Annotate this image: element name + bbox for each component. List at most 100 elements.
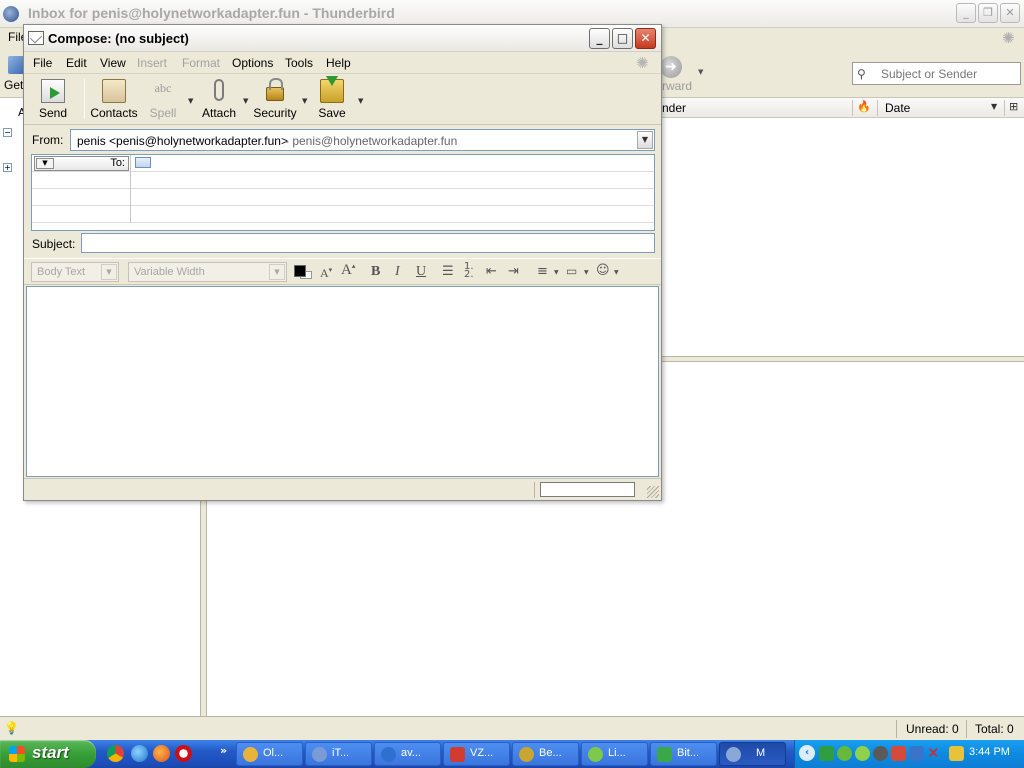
compose-titlebar[interactable]: Compose: (no subject) _ □ ✕ [24, 25, 661, 52]
forward-button[interactable]: rward [662, 79, 692, 93]
get-mail-button[interactable]: Get [4, 78, 23, 92]
column-divider[interactable] [1004, 100, 1005, 116]
chevron-down-icon[interactable]: ▼ [101, 264, 117, 280]
minimize-icon[interactable]: _ [589, 28, 610, 49]
close-icon[interactable]: ✕ [635, 28, 656, 49]
chevron-down-icon[interactable]: ▼ [554, 269, 559, 276]
menu-format[interactable]: Format [182, 56, 220, 70]
send-button[interactable]: Send [30, 75, 76, 123]
resize-grip-icon[interactable] [647, 486, 659, 498]
tray-app-icon[interactable] [819, 746, 834, 761]
address-type-select[interactable]: ▼ To: [34, 156, 129, 171]
tree-collapse-icon[interactable]: − [3, 128, 12, 137]
menu-view[interactable]: View [100, 56, 126, 70]
taskbar-button-itunes[interactable]: iT... [305, 742, 372, 766]
taskbar-button-vz[interactable]: VZ... [443, 742, 510, 766]
outdent-icon[interactable]: ⇤ [486, 264, 497, 279]
tray-expand-icon[interactable]: ‹ [799, 745, 815, 761]
taskbar-button-li[interactable]: Li... [581, 742, 648, 766]
insert-object-icon[interactable]: ▭ [566, 264, 577, 278]
close-icon[interactable]: ✕ [1000, 3, 1020, 23]
chevron-down-icon[interactable]: ▼ [36, 158, 54, 169]
address-row[interactable] [32, 206, 654, 223]
forward-icon[interactable]: ➜ [660, 56, 682, 78]
date-column[interactable]: Date [885, 101, 910, 115]
menu-help[interactable]: Help [326, 56, 351, 70]
taskbar-button-skype[interactable]: av... [374, 742, 441, 766]
message-body-editor[interactable] [26, 286, 659, 477]
maximize-icon[interactable]: □ [612, 28, 633, 49]
contacts-button[interactable]: Contacts [88, 75, 140, 123]
spell-dropdown-icon[interactable]: ▼ [188, 97, 193, 105]
text-color-icon[interactable] [294, 265, 306, 277]
numbered-list-icon[interactable]: 1. 2. [464, 262, 474, 280]
forward-dropdown-icon[interactable]: ▼ [698, 68, 703, 76]
spell-button[interactable]: abc Spell [144, 75, 182, 123]
main-statusbar: 💡 Unread: 0 Total: 0 [0, 716, 1024, 740]
task-label: Li... [608, 747, 626, 759]
clock[interactable]: 3:44 PM [969, 746, 1010, 758]
chevron-down-icon[interactable]: ▼ [584, 269, 589, 276]
from-identity-select[interactable]: penis <penis@holynetworkadapter.fun> - p… [70, 129, 655, 151]
column-divider[interactable] [852, 100, 853, 116]
column-divider[interactable] [877, 100, 878, 116]
start-button[interactable]: start [0, 740, 96, 768]
tray-app-icon[interactable] [855, 746, 870, 761]
align-icon[interactable]: ≡ [537, 264, 548, 279]
junk-status-icon[interactable]: 🔥 [857, 100, 871, 113]
get-mail-icon[interactable] [8, 56, 24, 74]
sender-column[interactable]: nder [662, 101, 686, 115]
quick-search-input[interactable]: ⚲ Subject or Sender [852, 62, 1021, 85]
subject-input[interactable] [81, 233, 655, 253]
font-select[interactable]: Variable Width ▼ [128, 262, 287, 282]
attach-dropdown-icon[interactable]: ▼ [243, 97, 248, 105]
chevron-down-icon[interactable]: ▼ [269, 264, 285, 280]
security-shield-icon[interactable] [949, 746, 964, 761]
address-row[interactable] [32, 172, 654, 189]
save-button[interactable]: Save [315, 75, 349, 123]
tray-app-icon[interactable] [837, 746, 852, 761]
taskbar-button-thunderbird[interactable]: M [719, 742, 786, 766]
column-picker-icon[interactable]: ⊞ [1009, 100, 1018, 113]
taskbar-button-be[interactable]: Be... [512, 742, 579, 766]
paragraph-style-select[interactable]: Body Text ▼ [31, 262, 119, 282]
opera-icon[interactable] [175, 745, 192, 762]
firefox-icon[interactable] [153, 745, 170, 762]
tray-app-icon[interactable] [873, 746, 888, 761]
menu-edit[interactable]: Edit [66, 56, 87, 70]
save-label: Save [318, 106, 346, 120]
chevron-down-icon[interactable]: ▼ [614, 269, 619, 276]
bullet-list-icon[interactable]: ☰ [442, 264, 454, 279]
italic-icon[interactable]: I [395, 264, 400, 280]
attach-button[interactable]: Attach [198, 75, 240, 123]
search-icon[interactable]: ⚲ [857, 67, 871, 81]
indent-icon[interactable]: ⇥ [508, 264, 519, 279]
menu-insert[interactable]: Insert [137, 56, 167, 70]
address-row[interactable] [32, 189, 654, 206]
tree-expand-icon[interactable]: + [3, 163, 12, 172]
menu-options[interactable]: Options [232, 56, 273, 70]
address-list[interactable]: ▼ To: [31, 154, 655, 231]
smiley-icon[interactable]: ☺ [596, 263, 610, 278]
tray-app-icon[interactable] [909, 746, 924, 761]
taskbar-button-bittorrent[interactable]: Bit... [650, 742, 717, 766]
address-row[interactable]: ▼ To: [32, 155, 654, 172]
taskbar-button-chrome[interactable]: Ol... [236, 742, 303, 766]
chevron-down-icon[interactable]: ▼ [637, 131, 653, 149]
menu-file[interactable]: File [33, 56, 52, 70]
bold-icon[interactable]: B [371, 264, 380, 280]
chrome-icon[interactable] [107, 745, 124, 762]
security-dropdown-icon[interactable]: ▼ [302, 97, 307, 105]
larger-font-icon[interactable]: A▴ [341, 262, 355, 279]
smaller-font-icon[interactable]: A▾ [320, 266, 332, 281]
minimize-icon[interactable]: _ [956, 3, 976, 23]
tray-app-icon[interactable] [933, 746, 948, 761]
tray-app-icon[interactable] [891, 746, 906, 761]
menu-tools[interactable]: Tools [285, 56, 313, 70]
internet-explorer-icon[interactable] [131, 745, 148, 762]
quick-launch-more-icon[interactable]: » [220, 744, 227, 757]
security-button[interactable]: Security [252, 75, 298, 123]
underline-icon[interactable]: U [416, 264, 426, 280]
save-dropdown-icon[interactable]: ▼ [358, 97, 363, 105]
restore-icon[interactable]: ❐ [978, 3, 998, 23]
